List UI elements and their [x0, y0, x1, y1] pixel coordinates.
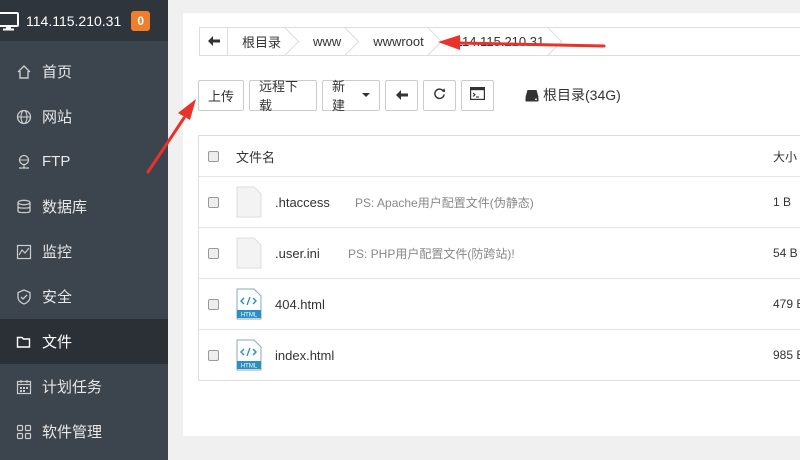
- sidebar-item-ftp[interactable]: FTP: [0, 139, 168, 184]
- apps-icon: [16, 424, 32, 440]
- row-checkbox[interactable]: [208, 247, 219, 259]
- refresh-icon: [433, 87, 446, 103]
- table-row[interactable]: .user.ini PS: PHP用户配置文件(防跨站)! 54 B: [199, 227, 800, 278]
- select-all-checkbox[interactable]: [208, 150, 219, 162]
- sidebar-item-label: FTP: [42, 153, 71, 170]
- database-icon: [16, 199, 32, 215]
- table-row[interactable]: HTML index.html 985 B: [199, 329, 800, 380]
- svg-text:HTML: HTML: [241, 364, 258, 370]
- disk-info: 根目录(34G): [525, 85, 621, 105]
- calendar-icon: [16, 379, 32, 395]
- header-filename: 文件名: [236, 149, 276, 165]
- sidebar-item-label: 监控: [42, 244, 73, 261]
- sidebar-item-monitor[interactable]: 监控: [0, 229, 168, 274]
- globe-icon: [16, 109, 32, 125]
- terminal-button[interactable]: [461, 79, 494, 111]
- server-ip: 114.115.210.31: [26, 12, 122, 29]
- file-ps-note: PS: PHP用户配置文件(防跨站)!: [348, 246, 515, 261]
- html-file-icon: HTML: [236, 288, 262, 320]
- notification-badge[interactable]: 0: [131, 10, 151, 31]
- table-row[interactable]: .htaccess PS: Apache用户配置文件(伪静态) 1 B: [199, 176, 800, 227]
- arrow-left-icon: [207, 34, 220, 49]
- row-checkbox[interactable]: [208, 349, 219, 361]
- file-size: 1 B: [773, 195, 792, 209]
- new-dropdown-button[interactable]: 新建: [322, 79, 380, 113]
- file-name[interactable]: 404.html: [275, 297, 355, 312]
- home-icon: [16, 64, 32, 80]
- file-size: 54 B: [773, 246, 798, 260]
- breadcrumb-item[interactable]: 根目录: [228, 28, 299, 55]
- file-manager-panel: 根目录 www wwwroot 114.115.210.31 上传 远程下载 新…: [183, 13, 800, 436]
- disk-label: 根目录(34G): [543, 87, 621, 103]
- row-checkbox[interactable]: [208, 298, 219, 310]
- sidebar-item-software[interactable]: 软件管理: [0, 409, 168, 454]
- file-name[interactable]: index.html: [275, 348, 355, 363]
- breadcrumb-item[interactable]: www: [299, 28, 359, 55]
- folder-icon: [16, 334, 32, 350]
- monitor-icon: [0, 10, 20, 32]
- html-file-icon: HTML: [236, 339, 262, 371]
- table-row[interactable]: HTML 404.html 479 B: [199, 278, 800, 329]
- file-table: 文件名 大小 .htaccess PS: Apache用户配置文件(伪静态) 1…: [198, 135, 800, 381]
- sidebar-item-label: 网站: [42, 109, 73, 126]
- arrow-left-icon: [395, 88, 408, 103]
- sidebar-item-label: 文件: [42, 334, 73, 351]
- sidebar-item-files[interactable]: 文件: [0, 319, 168, 364]
- file-size: 985 B: [773, 348, 800, 362]
- caret-down-icon: [362, 93, 370, 97]
- sidebar-item-label: 计划任务: [42, 379, 103, 396]
- sidebar-item-security[interactable]: 安全: [0, 274, 168, 319]
- sidebar: 114.115.210.31 0 首页 网站 FTP 数据库 监控 安全 文件 …: [0, 0, 168, 460]
- terminal-icon: [470, 87, 486, 103]
- upload-button[interactable]: 上传: [198, 79, 244, 111]
- row-checkbox[interactable]: [208, 196, 219, 208]
- file-blank-icon: [236, 237, 262, 269]
- svg-text:HTML: HTML: [241, 313, 258, 319]
- file-name[interactable]: .htaccess: [275, 195, 355, 210]
- file-size: 479 B: [773, 297, 800, 311]
- sidebar-header: 114.115.210.31 0: [0, 0, 168, 41]
- new-label: 新建: [332, 79, 346, 113]
- file-ps-note: PS: Apache用户配置文件(伪静态): [355, 195, 534, 210]
- sidebar-item-label: 安全: [42, 289, 73, 306]
- breadcrumb-item[interactable]: wwwroot: [359, 28, 442, 55]
- toolbar: 上传 远程下载 新建 根目录(34G): [198, 79, 621, 113]
- go-back-button[interactable]: [385, 79, 418, 111]
- table-header: 文件名 大小: [199, 136, 800, 176]
- sidebar-item-label: 软件管理: [42, 424, 103, 441]
- sidebar-item-home[interactable]: 首页: [0, 49, 168, 94]
- header-size: 大小: [773, 149, 798, 164]
- sidebar-item-database[interactable]: 数据库: [0, 184, 168, 229]
- sidebar-item-website[interactable]: 网站: [0, 94, 168, 139]
- file-name[interactable]: .user.ini: [275, 246, 348, 261]
- remote-download-button[interactable]: 远程下载: [249, 79, 317, 113]
- ftp-icon: [16, 154, 32, 170]
- sidebar-item-label: 数据库: [42, 199, 88, 216]
- file-blank-icon: [236, 186, 262, 218]
- back-button[interactable]: [200, 28, 228, 55]
- sidebar-item-label: 首页: [42, 64, 73, 81]
- refresh-button[interactable]: [423, 79, 456, 111]
- breadcrumb-item[interactable]: 114.115.210.31: [442, 28, 562, 55]
- hdd-icon: [525, 89, 539, 102]
- shield-icon: [16, 288, 32, 305]
- monitor-chart-icon: [16, 244, 32, 260]
- sidebar-item-cron[interactable]: 计划任务: [0, 364, 168, 409]
- breadcrumb: 根目录 www wwwroot 114.115.210.31: [199, 27, 800, 56]
